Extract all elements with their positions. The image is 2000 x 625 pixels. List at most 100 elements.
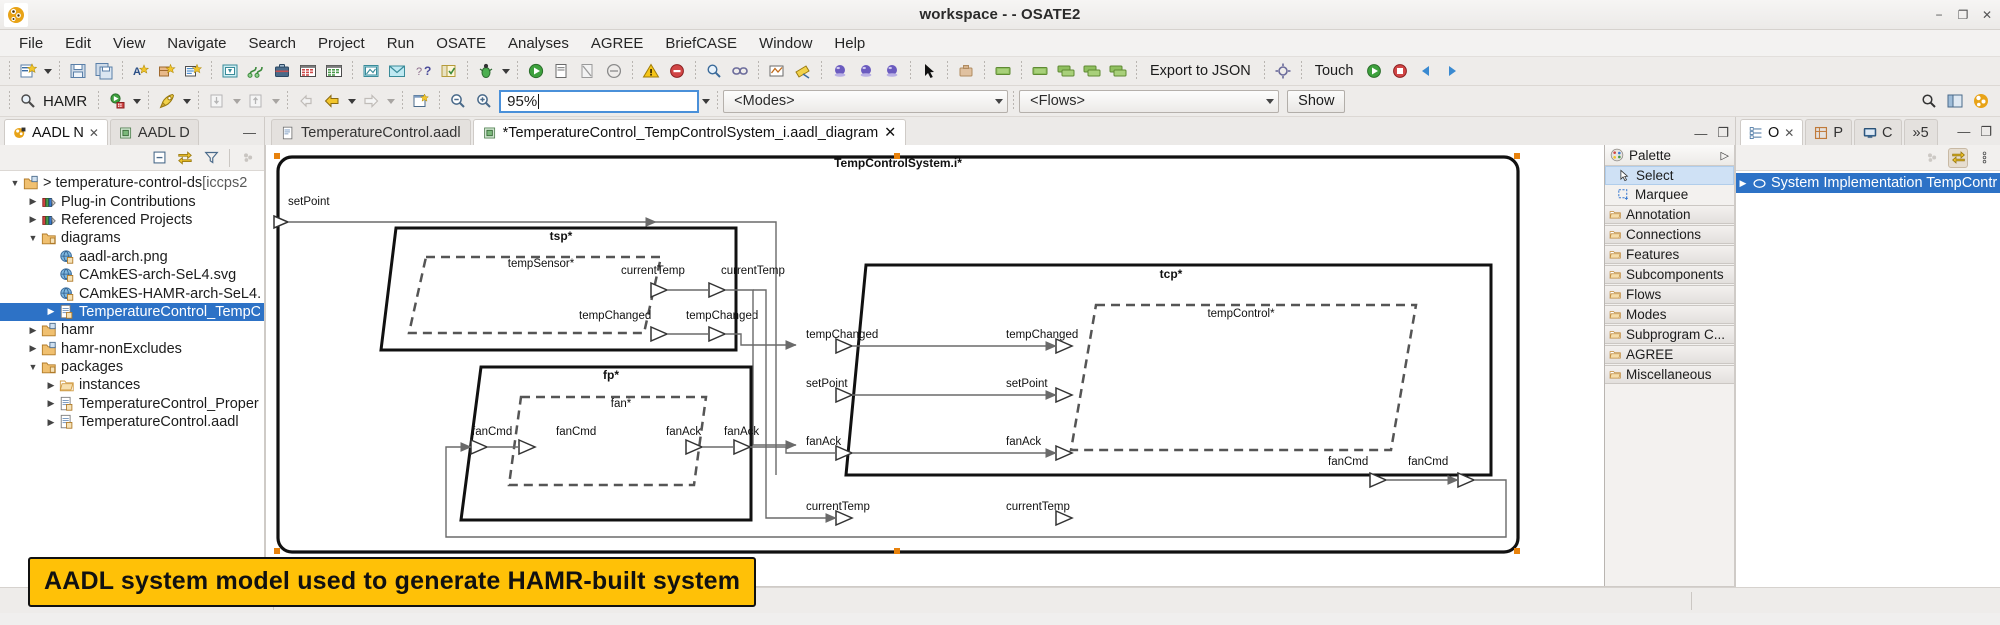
filter-icon[interactable]: [201, 148, 221, 168]
new-wizard-icon[interactable]: [15, 59, 41, 83]
zoom-dropdown-icon[interactable]: [699, 89, 712, 113]
sphere3-icon[interactable]: [879, 59, 905, 83]
menu-search[interactable]: Search: [237, 32, 307, 55]
warning-icon[interactable]: [638, 59, 664, 83]
tree-item-aadl-arch-png[interactable]: aadl-arch.png: [0, 248, 264, 266]
zoom-in-icon[interactable]: [471, 89, 497, 113]
minimize-right-panel[interactable]: —: [1957, 124, 1970, 140]
tree-item-instances[interactable]: ▶instances: [0, 376, 264, 394]
spreadsheet-green-icon[interactable]: [321, 59, 347, 83]
rocket-dropdown-icon[interactable]: [180, 89, 193, 113]
modes-combo[interactable]: <Modes>: [723, 90, 1008, 113]
stack-1-icon[interactable]: [1053, 59, 1079, 83]
menu-edit[interactable]: Edit: [54, 32, 102, 55]
port-fancmd-fan-in[interactable]: [519, 440, 535, 454]
twisty-collapsed-icon[interactable]: ▶: [44, 306, 58, 317]
menu-project[interactable]: Project: [307, 32, 376, 55]
palette-drawer-modes[interactable]: Modes: [1605, 305, 1734, 324]
run-icon[interactable]: [523, 59, 549, 83]
palette-header[interactable]: Palette ▷: [1605, 145, 1734, 166]
stack-3-icon[interactable]: [1105, 59, 1131, 83]
green-box-1-icon[interactable]: [990, 59, 1016, 83]
port-tempchanged-thread-out[interactable]: [651, 327, 667, 341]
link-with-editor-icon[interactable]: [175, 148, 195, 168]
project-tree[interactable]: ▼> temperature-control-ds [iccps2▶Plug-i…: [0, 171, 264, 587]
tab-outline[interactable]: O ✕: [1740, 119, 1803, 145]
pointer-icon[interactable]: [916, 59, 942, 83]
run-na-icon[interactable]: [575, 59, 601, 83]
port-tempchanged-process-out[interactable]: [709, 327, 725, 341]
port-tempchanged-thread-in[interactable]: [1056, 339, 1072, 353]
menu-navigate[interactable]: Navigate: [156, 32, 237, 55]
resolve-icon[interactable]: [764, 59, 790, 83]
palette-tool-marquee[interactable]: Marquee: [1605, 185, 1734, 204]
package-tan-icon[interactable]: [953, 59, 979, 83]
debug-dropdown-icon[interactable]: [499, 59, 512, 83]
collapse-all-icon[interactable]: [149, 148, 169, 168]
maximize-button[interactable]: ❐: [1956, 8, 1970, 22]
save-icon[interactable]: [65, 59, 91, 83]
link-dim-icon[interactable]: [1922, 148, 1942, 168]
link-icon[interactable]: [727, 59, 753, 83]
menu-osate[interactable]: OSATE: [425, 32, 497, 55]
tree-item-hamr[interactable]: ▶hamr: [0, 321, 264, 339]
palette-drawer-flows[interactable]: Flows: [1605, 285, 1734, 304]
flows-combo[interactable]: <Flows>: [1019, 90, 1279, 113]
menu-analyses[interactable]: Analyses: [497, 32, 580, 55]
twisty-collapsed-icon[interactable]: ▶: [1736, 178, 1750, 189]
palette-drawer-subprogram-c[interactable]: Subprogram C...: [1605, 325, 1734, 344]
next-icon[interactable]: [358, 89, 384, 113]
minimize-left-panel[interactable]: —: [243, 125, 264, 145]
osate-perspective-icon[interactable]: [1968, 89, 1994, 113]
thread-fan-box[interactable]: [509, 397, 706, 485]
port-currenttemp-thread-out[interactable]: [651, 283, 667, 297]
menu-briefcase[interactable]: BriefCASE: [654, 32, 748, 55]
back-icon[interactable]: [293, 89, 319, 113]
palette-tool-select[interactable]: Select: [1605, 166, 1734, 185]
editor-tab-temperaturecontrol-aadl[interactable]: TemperatureControl.aadl: [271, 119, 471, 145]
view-menu-icon[interactable]: [238, 148, 258, 168]
tab-console[interactable]: C: [1854, 119, 1901, 145]
run-last-icon[interactable]: [601, 59, 627, 83]
codegen-icon[interactable]: [104, 89, 130, 113]
debug-icon[interactable]: [473, 59, 499, 83]
error-icon[interactable]: [664, 59, 690, 83]
tab-more-views[interactable]: »5: [1904, 119, 1938, 145]
export-dropdown-icon[interactable]: [269, 89, 282, 113]
outline-row[interactable]: ▶System Implementation TempContr: [1736, 173, 2000, 193]
save-all-icon[interactable]: [91, 59, 117, 83]
rocket-icon[interactable]: [154, 89, 180, 113]
tree-item-temperaturecontrol-aadl[interactable]: ▶TemperatureControl.aadl: [0, 413, 264, 431]
tree-item-hamr-nonexcludes[interactable]: ▶hamr-nonExcludes: [0, 340, 264, 358]
search-icon[interactable]: [701, 59, 727, 83]
sphere1-icon[interactable]: [827, 59, 853, 83]
palette-drawer-annotation[interactable]: Annotation: [1605, 205, 1734, 224]
close-icon[interactable]: ✕: [89, 126, 99, 140]
diagram-open-icon[interactable]: [358, 59, 384, 83]
twisty-collapsed-icon[interactable]: ▶: [26, 214, 40, 225]
tree-item-camkes-arch-sel4-svg[interactable]: CAmkES-arch-SeL4.svg: [0, 266, 264, 284]
palette-drawer-connections[interactable]: Connections: [1605, 225, 1734, 244]
maximize-editor[interactable]: ❐: [1717, 125, 1729, 141]
tab-aadl-diagram[interactable]: AADL D: [110, 119, 199, 145]
palette-drawer-miscellaneous[interactable]: Miscellaneous: [1605, 365, 1734, 384]
tree-item-diagrams[interactable]: ▼diagrams: [0, 229, 264, 247]
minimize-editor[interactable]: —: [1694, 126, 1707, 141]
import-icon[interactable]: [204, 89, 230, 113]
port-setpoint-external[interactable]: [274, 216, 288, 228]
port-currenttemp-process-out[interactable]: [709, 283, 725, 297]
close-icon[interactable]: ✕: [884, 125, 896, 141]
port-setpoint-thread-in[interactable]: [1056, 388, 1072, 402]
spreadsheet-red-icon[interactable]: [295, 59, 321, 83]
zoom-input[interactable]: 95%: [499, 90, 699, 113]
connection-currenttemp-down[interactable]: [753, 290, 836, 518]
tab-properties[interactable]: P: [1805, 119, 1852, 145]
twisty-collapsed-icon[interactable]: ▶: [26, 196, 40, 207]
sync-icon[interactable]: [1948, 148, 1968, 168]
menu-help[interactable]: Help: [823, 32, 876, 55]
outline-tree[interactable]: ▶System Implementation TempContr: [1736, 171, 2000, 587]
tree-item-temperaturecontrol-proper[interactable]: ▶TemperatureControl_Proper: [0, 395, 264, 413]
twisty-expanded-icon[interactable]: ▼: [26, 233, 40, 243]
editor-tab-tempcontrolsystem-diagram[interactable]: *TemperatureControl_TempControlSystem_i.…: [473, 119, 907, 145]
chevron-right-icon[interactable]: ▷: [1721, 149, 1729, 162]
